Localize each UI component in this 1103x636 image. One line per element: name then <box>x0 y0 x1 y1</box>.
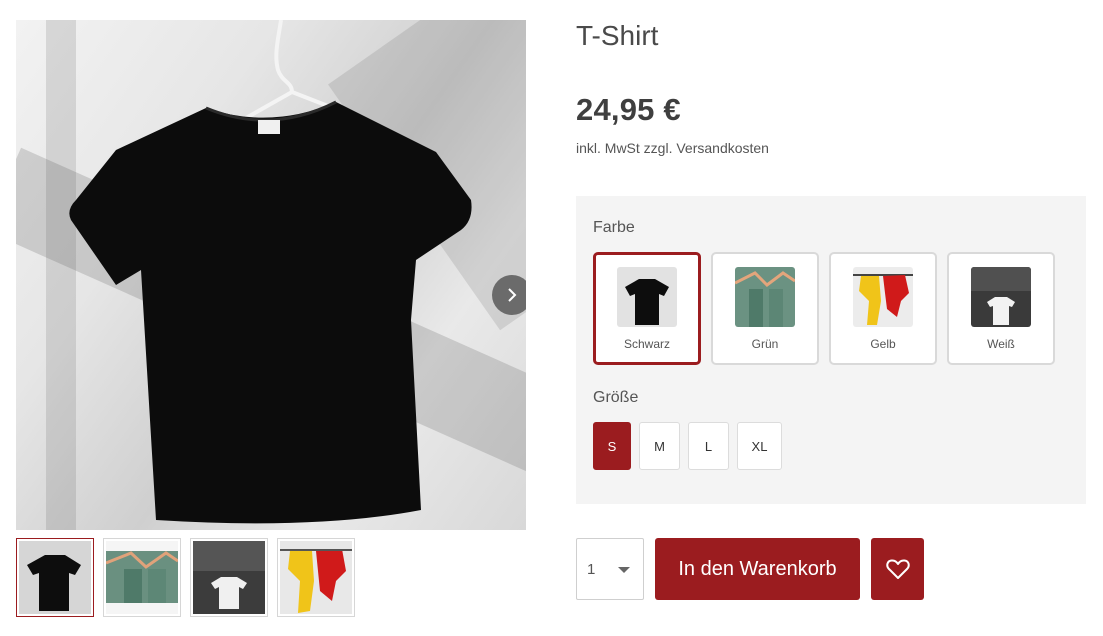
color-option-white[interactable]: Weiß <box>947 252 1055 365</box>
quantity-select[interactable]: 1 <box>576 538 644 600</box>
size-option-m[interactable]: M <box>639 422 680 470</box>
size-section-label: Größe <box>593 389 639 406</box>
yellow-red-shirts-thumb-icon <box>280 541 352 614</box>
yellow-red-shirts-swatch-icon <box>853 267 913 327</box>
thumbnail-black[interactable] <box>16 538 94 617</box>
add-to-cart-button[interactable]: In den Warenkorb <box>655 538 860 600</box>
next-image-button[interactable] <box>492 275 526 315</box>
color-option-green[interactable]: Grün <box>711 252 819 365</box>
product-price: 24,95 € <box>576 92 681 127</box>
green-shirts-swatch-icon <box>735 267 795 327</box>
tax-note: inkl. MwSt zzgl. Versandkosten <box>576 140 769 156</box>
color-option-label: Weiß <box>987 337 1015 351</box>
color-options: Schwarz Grün Gelb Weiß <box>593 252 1055 365</box>
color-option-yellow[interactable]: Gelb <box>829 252 937 365</box>
white-shirt-swatch-icon <box>971 267 1031 327</box>
black-tshirt-graphic <box>69 100 472 524</box>
thumbnail-strip <box>16 538 355 617</box>
black-shirt-thumb-icon <box>19 541 91 614</box>
thumbnail-white[interactable] <box>190 538 268 617</box>
size-option-xl[interactable]: XL <box>737 422 782 470</box>
size-option-s[interactable]: S <box>593 422 631 470</box>
black-shirt-swatch-icon <box>617 267 677 327</box>
size-options: S M L XL <box>593 422 782 470</box>
variant-config-panel: Farbe Schwarz Grün Gelb Weiß Größe S M L… <box>576 196 1086 504</box>
green-shirts-thumb-icon <box>106 541 178 614</box>
color-option-label: Grün <box>751 337 779 351</box>
color-section-label: Farbe <box>593 219 635 236</box>
caret-down-icon <box>618 567 630 573</box>
thumbnail-yellow[interactable] <box>277 538 355 617</box>
chevron-right-icon <box>508 288 517 302</box>
color-option-label: Gelb <box>870 337 896 351</box>
product-title: T-Shirt <box>576 20 659 51</box>
size-option-l[interactable]: L <box>688 422 729 470</box>
heart-icon <box>885 559 910 579</box>
color-option-black[interactable]: Schwarz <box>593 252 701 365</box>
main-product-image <box>16 20 526 530</box>
color-option-label: Schwarz <box>623 337 670 351</box>
white-shirt-thumb-icon <box>193 541 265 614</box>
quantity-value: 1 <box>587 560 596 578</box>
thumbnail-green[interactable] <box>103 538 181 617</box>
wishlist-button[interactable] <box>871 538 924 600</box>
